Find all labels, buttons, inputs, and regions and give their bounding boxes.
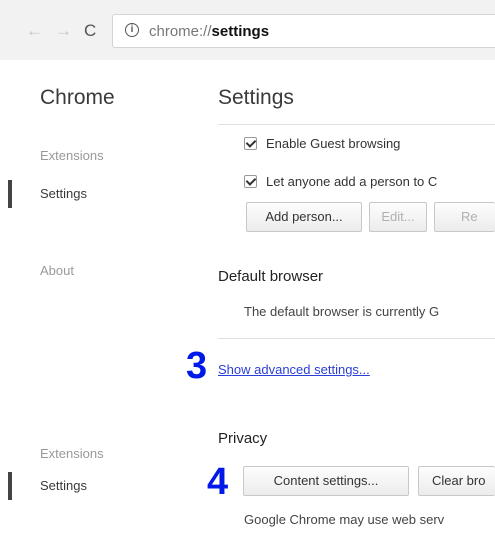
- sidebar-item-about[interactable]: About: [40, 263, 74, 278]
- clear-browsing-data-button[interactable]: Clear bro: [418, 466, 495, 496]
- sidebar-item-extensions[interactable]: Extensions: [40, 148, 104, 163]
- sidebar-item-settings[interactable]: Settings: [40, 186, 87, 201]
- remove-button[interactable]: Re: [434, 202, 495, 232]
- sidebar-item-settings-lower[interactable]: Settings: [40, 478, 87, 493]
- edit-button[interactable]: Edit...: [369, 202, 427, 232]
- sidebar-item-extensions-lower[interactable]: Extensions: [40, 446, 104, 461]
- active-indicator: [8, 180, 12, 208]
- step-4-annotation: 4: [207, 461, 229, 503]
- anyone-add-person-row[interactable]: Let anyone add a person to C: [244, 174, 437, 189]
- sidebar-title: Chrome: [40, 86, 115, 109]
- privacy-heading: Privacy: [218, 430, 268, 447]
- privacy-text: Google Chrome may use web serv: [244, 512, 445, 527]
- reload-icon[interactable]: C: [84, 22, 96, 39]
- checkbox-checked-icon[interactable]: [244, 137, 257, 151]
- add-person-button[interactable]: Add person...: [246, 202, 362, 232]
- show-advanced-settings-link[interactable]: Show advanced settings...: [218, 362, 370, 377]
- default-browser-heading: Default browser: [218, 268, 324, 285]
- info-icon[interactable]: i: [125, 23, 139, 37]
- default-browser-text: The default browser is currently G: [244, 304, 440, 319]
- page-title: Settings: [218, 86, 294, 109]
- active-indicator-lower: [8, 472, 12, 500]
- url-text[interactable]: chrome://settings: [149, 23, 269, 40]
- step-3-annotation: 3: [186, 345, 208, 387]
- section-divider: [218, 338, 495, 339]
- url-scheme: chrome://: [149, 23, 212, 40]
- url-host: settings: [211, 23, 270, 40]
- address-bar[interactable]: i chrome://settings: [112, 14, 495, 48]
- browser-toolbar: ← → C i chrome://settings: [0, 0, 495, 60]
- anyone-add-person-label: Let anyone add a person to C: [266, 174, 438, 189]
- header-divider: [218, 124, 495, 125]
- back-arrow-icon[interactable]: ←: [26, 22, 43, 39]
- checkbox-checked-icon[interactable]: [244, 175, 257, 189]
- content-settings-button[interactable]: Content settings...: [243, 466, 409, 496]
- forward-arrow-icon[interactable]: →: [55, 22, 72, 39]
- guest-browsing-label: Enable Guest browsing: [266, 136, 401, 151]
- guest-browsing-row[interactable]: Enable Guest browsing: [244, 136, 400, 151]
